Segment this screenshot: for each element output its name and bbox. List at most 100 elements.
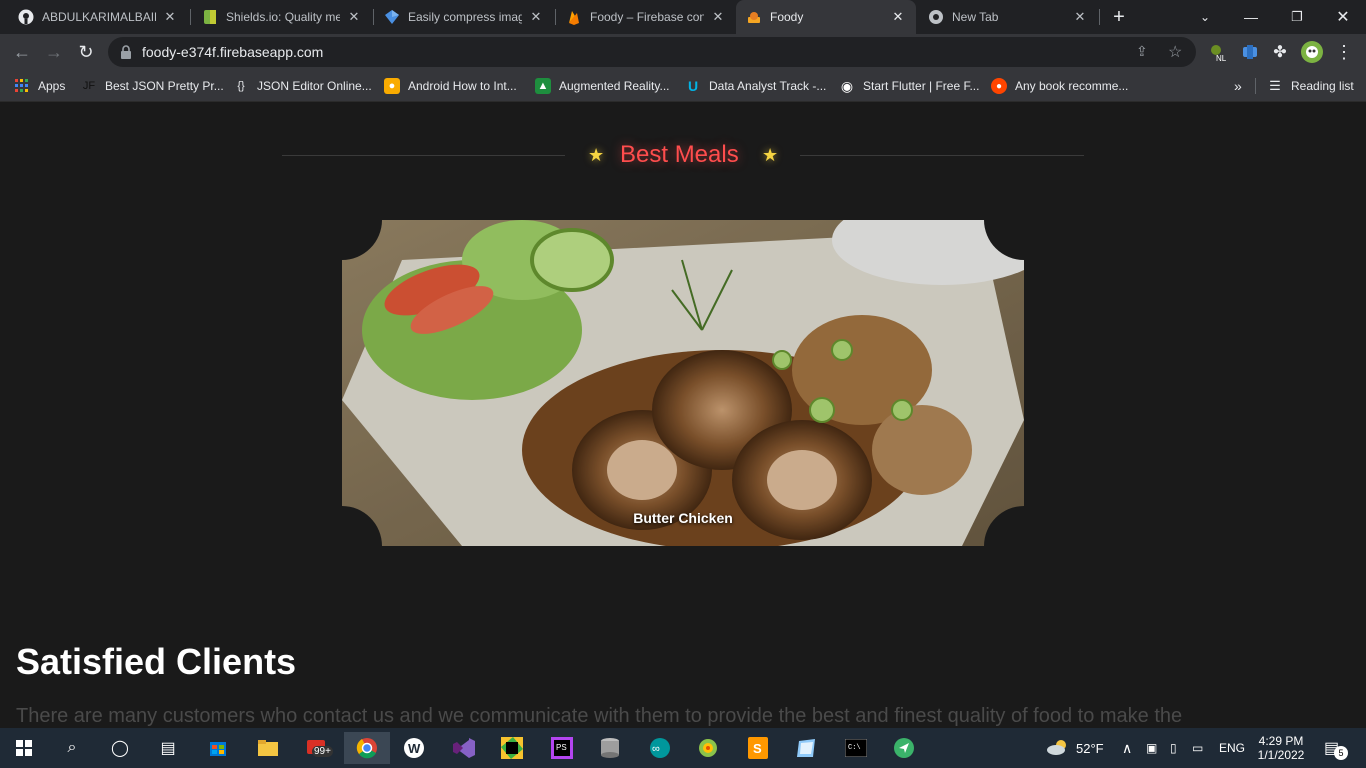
tab-title: New Tab — [952, 10, 999, 24]
tab-github[interactable]: ABDULKARIMALBAIK/ ✕ — [8, 0, 188, 34]
tab-shields[interactable]: Shields.io: Quality met ✕ — [192, 0, 372, 34]
reload-button[interactable]: ↻ — [72, 38, 100, 66]
braces-icon: {} — [237, 80, 245, 92]
close-icon[interactable]: ✕ — [528, 9, 544, 25]
cortana-icon[interactable]: ◯ — [104, 732, 136, 764]
bookmark-apps[interactable]: Apps — [14, 76, 65, 96]
sublime-text-icon[interactable]: S — [742, 732, 774, 764]
apps-grid-icon — [14, 78, 30, 94]
clock[interactable]: 4:29 PM 1/1/2022 — [1257, 728, 1305, 768]
maximize-button[interactable]: ❐ — [1274, 0, 1320, 34]
meal-caption: Butter Chicken — [633, 510, 733, 526]
meal-card[interactable]: Butter Chicken — [342, 220, 1024, 546]
compress-icon — [384, 9, 400, 25]
search-icon[interactable]: ⌕ — [56, 732, 88, 764]
weather-cloud-icon — [1046, 739, 1068, 758]
jetbrains-icon[interactable] — [496, 732, 528, 764]
send-app-icon[interactable] — [888, 732, 920, 764]
meet-now-icon[interactable]: ▣ — [1146, 728, 1157, 768]
firebase-icon — [566, 9, 582, 25]
tab-title: Foody – Firebase cons — [590, 10, 704, 24]
windows-start-icon[interactable] — [8, 732, 40, 764]
reading-list-icon: ☰ — [1269, 78, 1281, 93]
bookmark-star-icon[interactable]: ☆ — [1168, 42, 1182, 62]
clock-time: 4:29 PM — [1258, 734, 1304, 748]
reading-list-button[interactable]: ☰ Reading list — [1267, 76, 1354, 96]
notifications-icon[interactable]: ▤ 5 — [1324, 728, 1348, 768]
bookmark-label: Start Flutter | Free F... — [863, 79, 980, 93]
back-button[interactable]: ← — [8, 38, 36, 66]
tab-title: ABDULKARIMALBAIK/ — [42, 10, 156, 24]
udacity-icon: U — [687, 78, 699, 94]
visual-studio-icon[interactable] — [448, 732, 480, 764]
bookmark-android[interactable]: ● Android How to Int... — [384, 76, 517, 96]
close-icon[interactable]: ✕ — [710, 9, 726, 25]
android-bookmark-icon: ● — [384, 78, 400, 94]
bookmark-label: Android How to Int... — [408, 79, 517, 93]
minimize-button[interactable]: — — [1228, 0, 1274, 34]
task-view-icon[interactable]: ▤ — [152, 732, 184, 764]
profile-avatar[interactable] — [1298, 38, 1326, 66]
tab-firebase[interactable]: Foody – Firebase cons ✕ — [556, 0, 736, 34]
svg-text:PS: PS — [556, 743, 567, 752]
phpstorm-icon[interactable]: PS — [546, 732, 578, 764]
star-icon: ★ — [588, 145, 605, 165]
divider-right — [800, 155, 1084, 156]
weather-temp: 52°F — [1076, 740, 1104, 756]
close-icon[interactable]: ✕ — [346, 9, 362, 25]
bookmark-reddit[interactable]: ● Any book recomme... — [991, 76, 1128, 96]
address-bar[interactable]: foody-e374f.firebaseapp.com ⇪ ☆ — [108, 37, 1196, 67]
bookmark-ar[interactable]: ▲ Augmented Reality... — [535, 76, 670, 96]
notes-app-icon[interactable] — [790, 732, 822, 764]
mail-icon[interactable]: 99+ — [302, 732, 334, 764]
meal-image — [342, 220, 1024, 546]
close-icon[interactable]: ✕ — [162, 9, 178, 25]
url-text: foody-e374f.firebaseapp.com — [142, 44, 324, 60]
nl-extension-icon[interactable]: NL — [1204, 38, 1232, 66]
page-content: ★ Best Meals ★ Butter Chicken Satisfied … — [0, 103, 1366, 728]
bookmark-json-pretty[interactable]: JF Best JSON Pretty Pr... — [81, 76, 224, 96]
shields-icon — [202, 9, 218, 25]
svg-text:NL: NL — [1216, 54, 1227, 62]
database-icon[interactable] — [594, 732, 626, 764]
share-icon[interactable]: ⇪ — [1136, 43, 1148, 60]
language-indicator[interactable]: ENG — [1219, 728, 1245, 768]
tab-compress[interactable]: Easily compress image ✕ — [374, 0, 554, 34]
clock-date: 1/1/2022 — [1257, 748, 1305, 762]
arduino-icon[interactable]: ∞ — [644, 732, 676, 764]
lock-icon — [120, 45, 132, 64]
tray-chevron-icon[interactable]: ∧ — [1122, 728, 1132, 768]
bookmark-flutter[interactable]: ◉ Start Flutter | Free F... — [839, 76, 980, 96]
chrome-icon — [928, 9, 944, 25]
menu-kebab-icon[interactable]: ⋮ — [1330, 38, 1358, 66]
new-tab-button[interactable]: + — [1096, 0, 1142, 34]
satisfied-clients-text: There are many customers who contact us … — [16, 705, 1183, 727]
close-window-button[interactable]: ✕ — [1320, 0, 1366, 34]
tab-search-icon[interactable]: ⌄ — [1182, 0, 1228, 34]
extensions-puzzle-icon[interactable]: ✤ — [1266, 38, 1294, 66]
tab-foody[interactable]: Foody ✕ — [736, 0, 916, 34]
close-icon[interactable]: ✕ — [890, 9, 906, 25]
bookmark-json-editor[interactable]: {} JSON Editor Online... — [233, 76, 371, 96]
github-icon — [18, 9, 34, 25]
battery-icon[interactable]: ▭ — [1192, 728, 1203, 768]
more-bookmarks-button[interactable]: » — [1234, 76, 1242, 96]
app-w-icon[interactable]: W — [398, 732, 430, 764]
store-icon[interactable] — [202, 732, 234, 764]
reddit-icon: ● — [991, 78, 1007, 94]
reading-list-label: Reading list — [1291, 79, 1354, 93]
bookmarks-bar: Apps JF Best JSON Pretty Pr... {} JSON E… — [0, 70, 1366, 102]
chrome-taskbar-icon[interactable] — [344, 732, 390, 764]
tab-new-tab[interactable]: New Tab ✕ — [918, 0, 1098, 34]
weather-widget[interactable]: 52°F — [1046, 728, 1104, 768]
file-explorer-icon[interactable] — [252, 732, 284, 764]
snail-app-icon[interactable] — [692, 732, 724, 764]
forward-button[interactable]: → — [40, 38, 68, 66]
terminal-icon[interactable]: C:\ — [840, 732, 872, 764]
bookmark-data-analyst[interactable]: U Data Analyst Track -... — [685, 76, 826, 96]
extension-icon[interactable] — [1236, 38, 1264, 66]
close-icon[interactable]: ✕ — [1072, 9, 1088, 25]
bookmark-label: Any book recomme... — [1015, 79, 1129, 93]
notification-badge: 5 — [1334, 746, 1348, 760]
usb-icon[interactable]: ▯ — [1170, 728, 1177, 768]
